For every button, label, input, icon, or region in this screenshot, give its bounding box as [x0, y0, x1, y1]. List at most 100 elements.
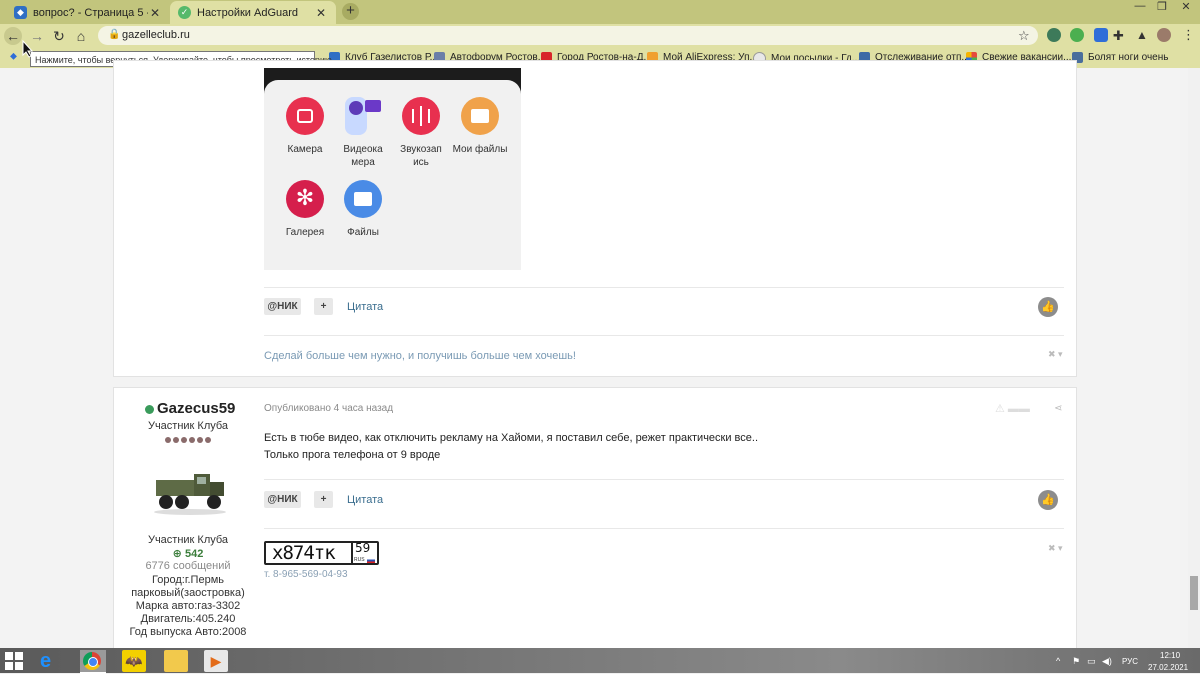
clock-date[interactable]: 27.02.2021 — [1148, 663, 1188, 672]
signature-toggle-icon[interactable]: ✖ ▾ — [1048, 349, 1063, 360]
reputation-value: 542 — [184, 548, 204, 560]
batman-app-icon[interactable]: 🦇 — [122, 650, 146, 672]
close-tab-icon[interactable]: ✕ — [314, 6, 328, 20]
file-explorer-icon[interactable] — [164, 650, 188, 672]
mention-button[interactable]: @НИК — [264, 491, 301, 508]
back-arrow-icon[interactable]: ← — [4, 27, 22, 45]
files-folder-icon — [344, 180, 382, 218]
profile-district: парковый(заостровка) — [131, 587, 245, 599]
folder-icon — [461, 97, 499, 135]
quote-link[interactable]: Цитата — [347, 494, 383, 506]
truck-bed — [156, 480, 194, 496]
video-camera-icon — [345, 97, 381, 135]
video-player-icon[interactable]: ▶ — [204, 650, 228, 672]
forum-favicon-icon: ◆ — [14, 6, 27, 19]
gallery-flower-icon: ✻ — [286, 180, 324, 218]
profile-sync-icon[interactable]: ▲ — [1136, 28, 1148, 42]
input-language[interactable]: РУС — [1122, 657, 1138, 666]
adguard-shield-icon: ✓ — [178, 6, 191, 19]
like-icon[interactable]: 👍 — [1038, 297, 1058, 317]
internet-explorer-icon[interactable]: e — [40, 650, 64, 672]
post-timestamp[interactable]: Опубликовано 4 часа назад — [264, 403, 393, 414]
truck-shadow — [154, 509, 226, 515]
mouse-cursor-icon — [22, 40, 34, 58]
chrome-taskbar-button[interactable] — [80, 650, 106, 674]
tab-adguard[interactable]: ✓ Настройки AdGuard ✕ — [170, 1, 336, 24]
mention-button[interactable]: @НИК — [264, 298, 301, 315]
tray-volume-icon[interactable]: ◀) — [1102, 656, 1112, 667]
extension-adguard-icon[interactable] — [1070, 28, 1084, 42]
divider — [264, 335, 1064, 336]
bookmark-item[interactable]: Болят ноги очень — [1072, 52, 1168, 63]
tray-network-icon[interactable]: ▭ — [1087, 656, 1096, 667]
apps-icon[interactable]: ⬥ — [10, 51, 17, 62]
avatar[interactable] — [150, 466, 230, 518]
divider — [264, 479, 1064, 480]
voice-recorder-app: Звукозап ись — [391, 97, 451, 169]
tab-title: Настройки AdGuard — [197, 6, 299, 19]
divider — [264, 287, 1064, 288]
maximize-window-icon[interactable]: ❐ — [1152, 0, 1172, 14]
close-window-icon[interactable]: ✕ — [1176, 0, 1196, 14]
quote-link[interactable]: Цитата — [347, 301, 383, 313]
app-label: Файлы — [347, 227, 379, 238]
reputation-plus-icon: ⊕ — [172, 548, 182, 560]
extension-translate-icon[interactable] — [1094, 28, 1108, 42]
tray-up-arrow-icon[interactable]: ^ — [1056, 656, 1060, 666]
camera-app: Камера — [275, 97, 335, 156]
video-camera-app: Видеока мера — [333, 97, 393, 169]
signature: Сделай больше чем нужно, и получишь боль… — [264, 350, 576, 362]
profile-car: Марка авто:газ-3302 — [135, 600, 241, 612]
multiquote-button[interactable]: + — [314, 298, 333, 315]
close-tab-icon[interactable]: ✕ — [148, 6, 162, 20]
tab-forum[interactable]: ◆ вопрос? - Страница 5 - Если кто ✕ — [6, 1, 170, 24]
truck-wheel — [207, 495, 221, 509]
truck-hood — [210, 482, 224, 496]
reputation: ⊕ 542 — [113, 547, 263, 560]
scrollbar-thumb[interactable] — [1190, 576, 1198, 610]
truck-wheel — [175, 495, 189, 509]
signature-toggle-icon[interactable]: ✖ ▾ — [1048, 543, 1063, 554]
tray-flag-icon[interactable]: ⚑ — [1072, 656, 1080, 667]
share-icon[interactable]: ⋖ — [1054, 403, 1062, 414]
truck-window — [197, 477, 206, 484]
plate-country: RUS — [354, 557, 365, 563]
tab-title: вопрос? - Страница 5 - Если кто — [33, 6, 148, 19]
post-text: Только прога телефона от 9 вроде — [264, 449, 441, 461]
start-windows-icon[interactable] — [5, 652, 23, 670]
post-author[interactable]: Gazecus59 — [157, 400, 235, 417]
post-count[interactable]: 6776 сообщений — [113, 560, 263, 572]
profile-city: Город:г.Пермь — [152, 574, 224, 586]
minimize-window-icon[interactable]: — — [1130, 0, 1150, 14]
lock-icon[interactable]: 🔒 — [108, 29, 120, 40]
extension-shield-icon[interactable] — [1047, 28, 1061, 42]
camera-icon — [286, 97, 324, 135]
reload-icon[interactable]: ↻ — [50, 27, 68, 45]
plate-number: х874тк — [272, 542, 336, 564]
plate-region: 59 — [355, 541, 371, 555]
profile-engine: Двигатель:405.240 — [140, 613, 236, 625]
report-warning-icon[interactable]: ⚠ ▬▬ — [995, 402, 1030, 415]
like-icon[interactable]: 👍 — [1038, 490, 1058, 510]
menu-dots-icon[interactable]: ⋮ — [1182, 27, 1195, 43]
post-text: Есть в тюбе видео, как отключить рекламу… — [264, 432, 759, 444]
scrollbar[interactable] — [1188, 68, 1200, 648]
voice-recorder-icon — [402, 97, 440, 135]
post-card — [113, 60, 1077, 377]
avatar[interactable] — [1157, 28, 1171, 42]
clock-time[interactable]: 12:10 — [1160, 651, 1180, 660]
rank-pips — [113, 434, 263, 446]
address-bar[interactable] — [98, 26, 1038, 45]
gallery-app: ✻ Галерея — [275, 180, 335, 239]
extensions-puzzle-icon[interactable]: ✚ — [1113, 28, 1124, 44]
bookmark-star-icon[interactable]: ☆ — [1018, 28, 1030, 44]
signature-phone: т. 8-965-569-04-93 — [264, 569, 348, 580]
new-tab-button[interactable]: + — [342, 3, 359, 20]
home-icon[interactable]: ⌂ — [72, 27, 90, 45]
app-label: Камера — [287, 144, 323, 155]
multiquote-button[interactable]: + — [314, 491, 333, 508]
app-label: Мои файлы — [452, 144, 508, 155]
profile-year: Год выпуска Авто:2008 — [129, 626, 247, 638]
app-label: Галерея — [285, 227, 325, 238]
bookmark-label: Болят ноги очень — [1088, 52, 1169, 63]
